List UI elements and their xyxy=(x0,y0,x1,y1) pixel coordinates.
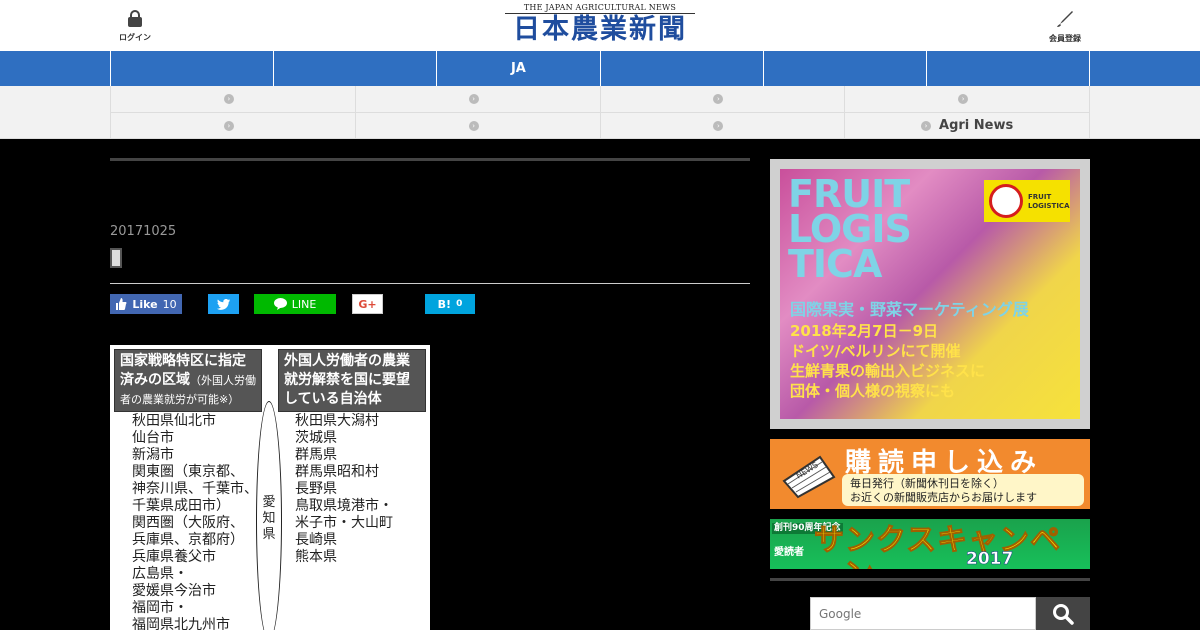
main-nav: JA xyxy=(0,51,1200,86)
nav-item[interactable] xyxy=(111,51,275,86)
site-search xyxy=(810,597,1090,630)
figure-right-list: 秋田県大潟村 茨城県 群馬県 群馬県昭和村 長野県 鳥取県境港市・ 米子市・大山… xyxy=(295,413,393,565)
article-top-rule xyxy=(110,158,750,161)
nav-item-ja[interactable]: JA xyxy=(437,51,601,86)
site-logo[interactable]: THE JAPAN AGRICULTURAL NEWS 日本農業新聞 xyxy=(505,3,695,45)
line-label: LINE xyxy=(291,297,317,311)
hatena-bookmark-button[interactable]: B! 0 xyxy=(425,294,475,314)
subscribe-ad[interactable]: NEWS 購読申し込み 毎日発行（新聞休刊日を除く） お近くの新聞販売店からお届… xyxy=(770,439,1090,509)
chevron-right-icon: › xyxy=(468,94,479,104)
fruit-logistica-ad[interactable]: FRUIT LOGIS TICA FRUIT LOGISTICA 国際果実・野菜… xyxy=(770,159,1090,429)
article-title-placeholder xyxy=(110,248,122,268)
subnav-item[interactable]: › xyxy=(111,113,356,138)
figure-right-column: 外国人労働者の農業就労解禁を国に要望している自治体 xyxy=(278,349,426,412)
apple-logo-icon xyxy=(989,184,1023,218)
google-plus-share-button[interactable]: G+ xyxy=(352,294,383,314)
chevron-right-icon: › xyxy=(223,120,234,131)
fruit-logistica-text: 国際果実・野菜マーケティング展 2018年2月7日－9日 ドイツ/ベルリンにて開… xyxy=(790,300,1029,400)
sidebar-rule xyxy=(770,578,1090,581)
subnav-item[interactable]: › xyxy=(845,86,1090,112)
chevron-right-icon: › xyxy=(713,120,724,131)
subnav-item[interactable]: › xyxy=(601,113,846,138)
figure-oval-label: 愛知県 xyxy=(262,495,276,542)
chevron-right-icon: › xyxy=(223,94,234,104)
chevron-right-icon: › xyxy=(921,120,932,131)
article-date: 20171025 xyxy=(110,224,177,239)
chevron-right-icon: › xyxy=(468,120,479,131)
campaign-year: 2017 xyxy=(966,549,1014,569)
figure-left-heading: 国家戦略特区に指定済みの区域（外国人労働者の農業就労が可能※） xyxy=(115,350,261,411)
subnav-item[interactable]: › xyxy=(356,86,601,112)
subscribe-info-box: 毎日発行（新聞休刊日を除く） お近くの新聞販売店からお届けします xyxy=(842,474,1084,506)
figure-right-heading: 外国人労働者の農業就労解禁を国に要望している自治体 xyxy=(279,350,425,411)
subnav-item[interactable]: › xyxy=(601,86,846,112)
twitter-bird-icon xyxy=(217,298,230,310)
search-icon xyxy=(1053,603,1074,625)
login-link[interactable]: ログイン xyxy=(110,10,160,43)
article-figure: 国家戦略特区に指定済みの区域（外国人労働者の農業就労が可能※） 外国人労働者の農… xyxy=(110,345,430,630)
logo-english: THE JAPAN AGRICULTURAL NEWS xyxy=(523,3,677,12)
search-input[interactable] xyxy=(810,597,1036,630)
logo-japanese: 日本農業新聞 xyxy=(513,14,687,45)
twitter-share-button[interactable] xyxy=(208,294,239,314)
gplus-label: G+ xyxy=(358,297,377,311)
fruit-logistica-logo: FRUIT LOGISTICA xyxy=(984,180,1070,222)
lock-icon xyxy=(128,10,142,27)
login-label: ログイン xyxy=(119,33,151,42)
chevron-right-icon: › xyxy=(713,94,724,104)
campaign-title: サンクスキャンペーン xyxy=(814,523,1062,569)
site-header: ログイン THE JAPAN AGRICULTURAL NEWS 日本農業新聞 … xyxy=(0,0,1200,51)
hatena-label: B! xyxy=(437,297,452,311)
search-button[interactable] xyxy=(1036,597,1090,630)
thumbs-up-icon xyxy=(116,298,127,310)
fruit-logistica-title: FRUIT LOGIS TICA xyxy=(788,172,912,286)
facebook-like-button[interactable]: Like 10 xyxy=(110,294,182,314)
thanks-campaign-ad[interactable]: 創刊90周年記念 愛読者 サンクスキャンペーン 2017 xyxy=(770,519,1090,569)
register-label: 会員登録 xyxy=(1049,34,1081,43)
fruit-logistica-banner: FRUIT LOGIS TICA FRUIT LOGISTICA 国際果実・野菜… xyxy=(780,169,1080,419)
figure-left-column: 国家戦略特区に指定済みの区域（外国人労働者の農業就労が可能※） xyxy=(114,349,262,412)
newspaper-icon: NEWS xyxy=(782,455,836,499)
subnav-item[interactable]: › xyxy=(356,113,601,138)
figure-left-list: 秋田県仙北市 仙台市 新潟市 関東圏（東京都、 神奈川県、千葉市、 千葉県成田市… xyxy=(132,413,258,630)
campaign-reader: 愛読者 xyxy=(774,547,804,558)
subnav-item[interactable]: › xyxy=(111,86,356,112)
article-title-rule xyxy=(110,283,750,284)
register-link[interactable]: 会員登録 xyxy=(1040,10,1090,44)
nav-item[interactable] xyxy=(601,51,764,86)
nav-item[interactable] xyxy=(764,51,927,86)
chevron-right-icon: › xyxy=(958,94,969,104)
hatena-count: 0 xyxy=(456,299,463,309)
like-label: Like xyxy=(132,297,158,311)
pen-icon xyxy=(1057,11,1073,27)
nav-item[interactable] xyxy=(927,51,1091,86)
like-count: 10 xyxy=(162,297,177,311)
nav-item[interactable] xyxy=(274,51,438,86)
subnav-item-agri-news[interactable]: › Agri News xyxy=(845,113,1090,138)
line-share-button[interactable]: LINE xyxy=(254,294,336,314)
line-chat-icon xyxy=(273,298,287,310)
sub-nav: › › › › › › › › Agri News xyxy=(0,86,1200,139)
